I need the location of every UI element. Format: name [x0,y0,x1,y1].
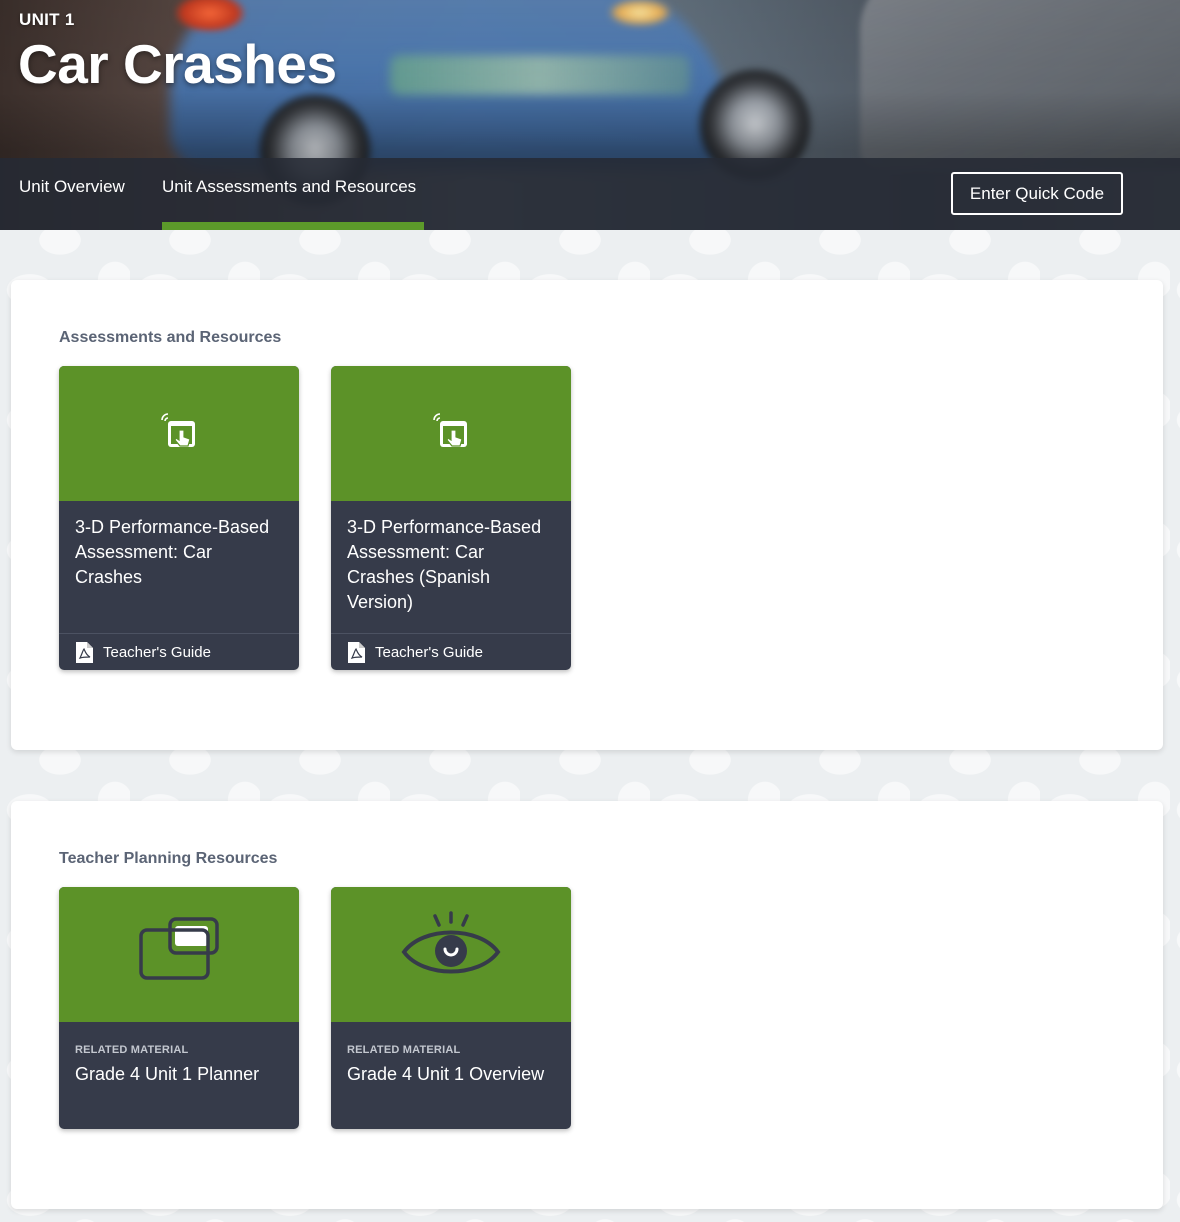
card-kicker: RELATED MATERIAL [75,1044,189,1056]
unit-label: UNIT 1 [19,10,75,29]
overlapping-windows-icon [139,917,219,980]
related-material-card[interactable]: RELATED MATERIAL Grade 4 Unit 1 Overview [331,887,571,1129]
touch-device-icon [161,413,195,447]
page-title: Car Crashes [18,33,337,95]
unit-nav-bar: Unit Overview Unit Assessments and Resou… [0,158,1180,230]
card-icon-area [59,366,299,501]
touch-device-icon [433,413,467,447]
card-icon-area [331,366,571,501]
assessments-panel: Assessments and Resources 3-D Performanc… [11,280,1163,750]
enter-quick-code-button[interactable]: Enter Quick Code [951,172,1123,215]
footer-label: Teacher's Guide [103,644,211,661]
pdf-icon [348,642,365,663]
section-heading: Teacher Planning Resources [59,850,278,867]
eye-icon [401,911,501,974]
teachers-guide-link[interactable]: Teacher's Guide [331,633,571,670]
card-title: Grade 4 Unit 1 Overview [347,1064,545,1084]
card-title: 3-D Performance-Based Assessment: Car Cr… [75,517,270,587]
resource-card[interactable]: 3-D Performance-Based Assessment: Car Cr… [331,366,571,670]
card-icon-area [59,887,299,1022]
unit-hero-banner: UNIT 1 Car Crashes Unit Overview Unit As… [0,0,1180,230]
card-kicker: RELATED MATERIAL [347,1044,461,1056]
card-title: Grade 4 Unit 1 Planner [75,1064,260,1084]
card-title: 3-D Performance-Based Assessment: Car Cr… [347,517,542,612]
resource-card[interactable]: 3-D Performance-Based Assessment: Car Cr… [59,366,299,670]
teacher-planning-panel: Teacher Planning Resources RELATED MATER… [11,801,1163,1209]
teachers-guide-link[interactable]: Teacher's Guide [59,633,299,670]
footer-label: Teacher's Guide [375,644,483,661]
section-heading: Assessments and Resources [59,329,282,346]
related-material-card[interactable]: RELATED MATERIAL Grade 4 Unit 1 Planner [59,887,299,1129]
card-icon-area [331,887,571,1022]
pdf-icon [76,642,93,663]
active-tab-indicator [162,222,424,230]
tab-unit-overview[interactable]: Unit Overview [19,151,125,223]
tab-unit-assessments-and-resources[interactable]: Unit Assessments and Resources [162,151,416,223]
